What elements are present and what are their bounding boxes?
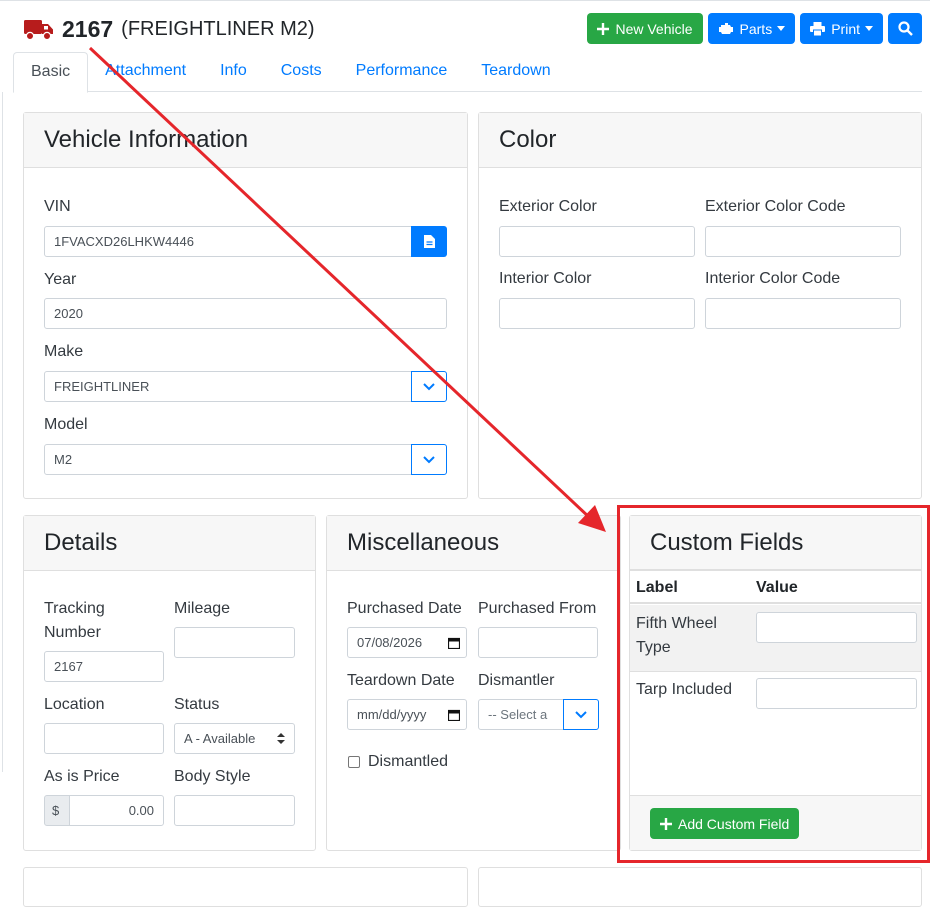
interior-color-code-label: Interior Color Code: [705, 270, 841, 287]
document-icon: [423, 235, 435, 248]
dismantler-select[interactable]: -- Select a: [478, 699, 564, 730]
model-input[interactable]: M2: [44, 444, 412, 475]
status-select[interactable]: A - Available: [174, 723, 295, 754]
exterior-color-code-input[interactable]: [705, 226, 901, 257]
mileage-label: Mileage: [174, 600, 231, 617]
print-button[interactable]: Print: [800, 13, 883, 44]
vehicle-information-card: Vehicle Information VIN 1FVACXD26LHKW444…: [23, 112, 468, 499]
tracking-number-input[interactable]: 2167: [44, 651, 164, 682]
price-prefix: $: [44, 795, 70, 826]
card-title: Miscellaneous: [327, 516, 620, 571]
interior-color-input[interactable]: [499, 298, 695, 329]
status-value: A - Available: [184, 731, 256, 746]
exterior-color-code-label: Exterior Color Code: [705, 198, 846, 215]
top-divider: [0, 0, 930, 1]
chevron-down-icon: [575, 710, 587, 718]
interior-color-label: Interior Color: [499, 270, 592, 287]
dismantled-checkbox[interactable]: [348, 756, 360, 768]
tab-teardown[interactable]: Teardown: [464, 52, 567, 92]
location-input[interactable]: [44, 723, 164, 754]
vehicle-number: 2167: [62, 15, 114, 42]
tab-basic[interactable]: Basic: [13, 52, 89, 93]
card-title: Vehicle Information: [24, 113, 467, 168]
mileage-input[interactable]: [174, 627, 295, 658]
card-title: Color: [479, 113, 921, 168]
tracking-number-label-line1: Tracking: [44, 600, 105, 617]
caret-down-icon: [777, 26, 786, 31]
search-icon: [897, 21, 913, 36]
vin-input[interactable]: 1FVACXD26LHKW4446: [44, 226, 412, 257]
status-label: Status: [174, 696, 220, 713]
chevron-down-icon: [423, 382, 435, 390]
tracking-number-label-line2: Number: [44, 624, 101, 641]
caret-down-icon: [865, 26, 873, 31]
chevron-down-icon: [423, 455, 435, 463]
interior-color-code-input[interactable]: [705, 298, 901, 329]
dismantler-dropdown-button[interactable]: [563, 699, 599, 730]
body-style-input[interactable]: [174, 795, 295, 826]
teardown-date-input[interactable]: mm/dd/yyyy: [347, 699, 467, 730]
year-label: Year: [44, 271, 77, 288]
purchased-date-input[interactable]: 07/08/2026: [347, 627, 467, 658]
tab-info[interactable]: Info: [203, 52, 264, 92]
make-label: Make: [44, 343, 84, 360]
vehicle-description: (FREIGHTLINER M2): [121, 17, 315, 40]
toolbar: New Vehicle Parts Print: [587, 13, 922, 44]
calendar-icon: [448, 709, 460, 721]
purchased-date-value: 07/08/2026: [357, 635, 423, 650]
teardown-date-label: Teardown Date: [347, 672, 455, 689]
price-input[interactable]: 0.00: [69, 795, 164, 826]
sort-arrows-icon: [277, 733, 285, 744]
exterior-color-label: Exterior Color: [499, 198, 597, 215]
vehicle-header: 2167 (FREIGHTLINER M2): [24, 12, 315, 46]
color-card: Color Exterior Color Exterior Color Code…: [478, 112, 922, 499]
truck-icon: [24, 20, 53, 41]
details-card: Details Tracking Number 2167 Mileage Loc…: [23, 515, 316, 851]
tab-attachment[interactable]: Attachment: [88, 52, 203, 92]
make-input[interactable]: FREIGHTLINER: [44, 371, 412, 402]
printer-icon: [810, 21, 826, 36]
search-button[interactable]: [888, 13, 922, 44]
purchased-from-label: Purchased From: [478, 600, 597, 617]
dismantler-label: Dismantler: [478, 672, 555, 689]
tab-costs[interactable]: Costs: [264, 52, 339, 92]
tab-bar: Basic Attachment Info Costs Performance …: [13, 52, 922, 93]
year-input[interactable]: 2020: [44, 298, 447, 329]
price-label: As is Price: [44, 768, 120, 785]
miscellaneous-card: Miscellaneous Purchased Date 07/08/2026 …: [326, 515, 621, 851]
teardown-date-placeholder: mm/dd/yyyy: [357, 707, 427, 722]
bottom-card-left: [23, 867, 468, 907]
model-dropdown-button[interactable]: [411, 444, 447, 475]
parts-label: Parts: [739, 20, 773, 37]
vin-label: VIN: [44, 198, 71, 215]
dismantled-label: Dismantled: [368, 753, 449, 770]
purchased-date-label: Purchased Date: [347, 600, 462, 617]
body-style-label: Body Style: [174, 768, 251, 785]
make-dropdown-button[interactable]: [411, 371, 447, 402]
annotation-highlight-box: [617, 505, 930, 863]
calendar-icon: [448, 637, 460, 649]
new-vehicle-label: New Vehicle: [615, 20, 693, 37]
location-label: Location: [44, 696, 105, 713]
bottom-card-right: [478, 867, 922, 907]
parts-button[interactable]: Parts: [707, 13, 796, 44]
model-label: Model: [44, 416, 88, 433]
tab-performance[interactable]: Performance: [339, 52, 465, 92]
exterior-color-input[interactable]: [499, 226, 695, 257]
engine-icon: [718, 23, 733, 34]
vin-decode-button[interactable]: [411, 226, 447, 257]
purchased-from-input[interactable]: [478, 627, 598, 658]
print-label: Print: [831, 20, 860, 37]
plus-icon: [597, 22, 610, 35]
left-divider: [2, 92, 3, 772]
new-vehicle-button[interactable]: New Vehicle: [587, 13, 703, 44]
card-title: Details: [24, 516, 315, 571]
